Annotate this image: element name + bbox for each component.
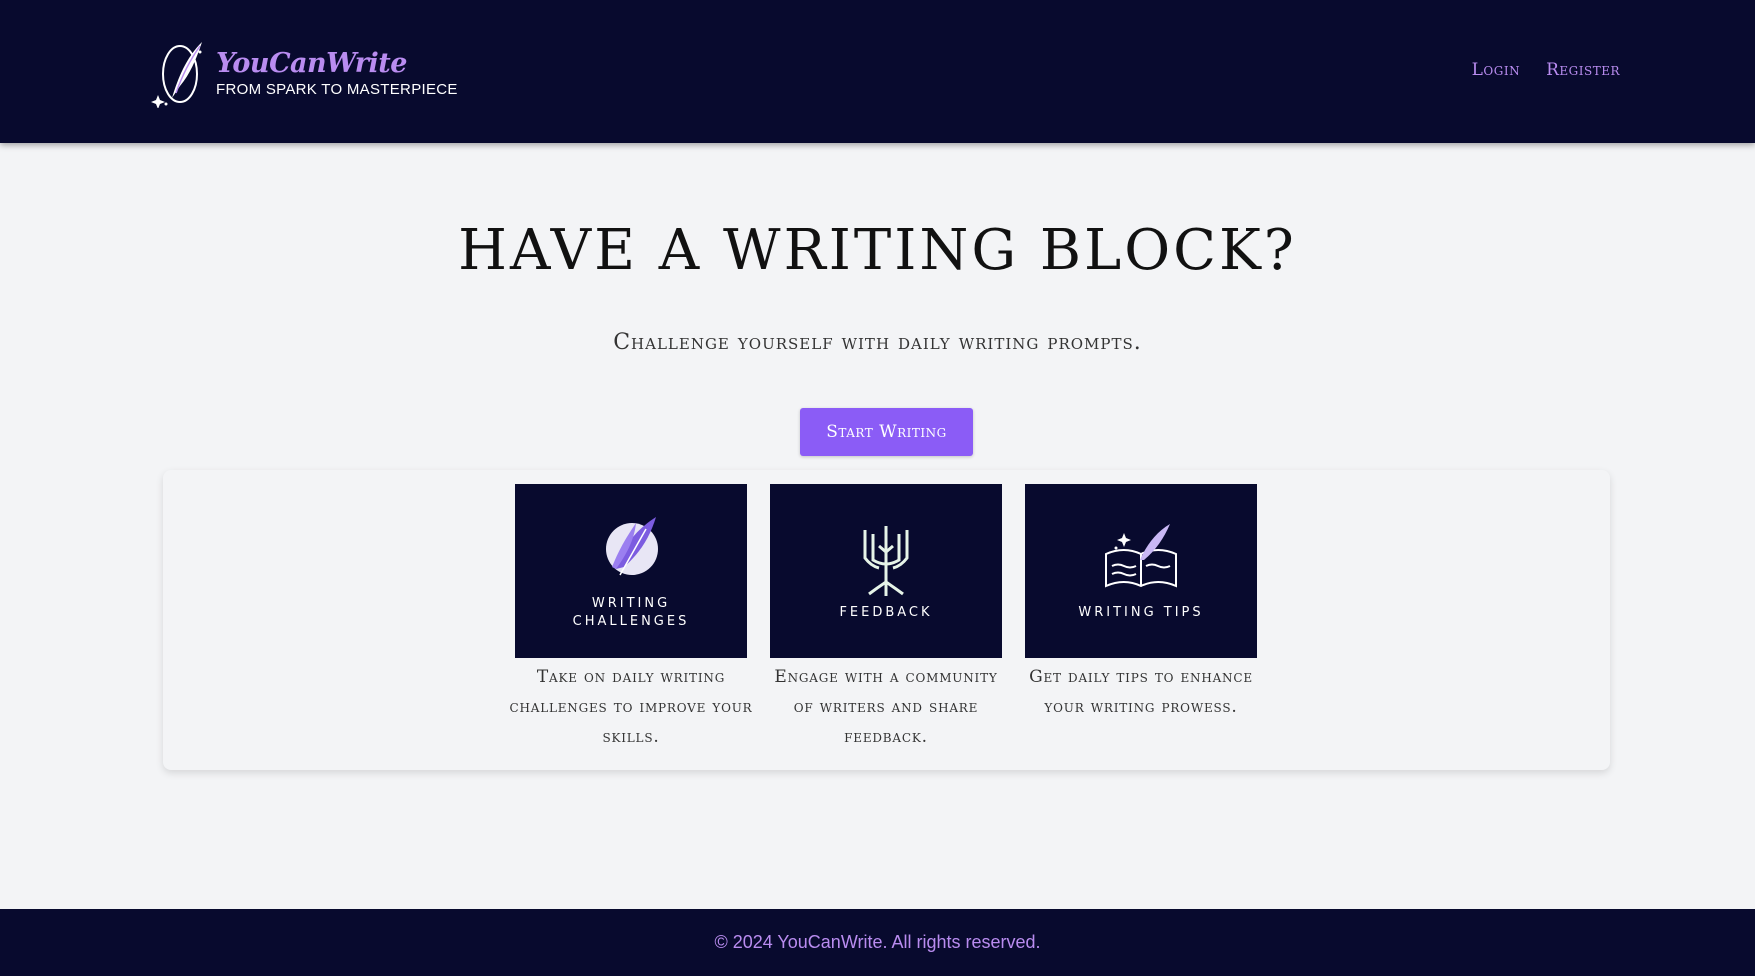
copyright-text: © 2024 YouCanWrite. All rights reserved. — [714, 932, 1041, 952]
feature-card-feedback[interactable]: FEEDBACK Engage with a community of writ… — [770, 484, 1002, 752]
hero-title: HAVE A WRITING BLOCK? — [458, 218, 1297, 283]
feature-card-writing-challenges[interactable]: WRITING CHALLENGES Take on daily writing… — [509, 484, 752, 752]
register-link[interactable]: Register — [1546, 60, 1620, 80]
brand-tagline: FROM SPARK TO MASTERPIECE — [216, 81, 458, 98]
feature-description: Take on daily writing challenges to impr… — [509, 667, 753, 747]
main-nav: Login Register — [1472, 60, 1620, 80]
tree-book-icon — [863, 526, 909, 596]
logo[interactable]: YouCanWrite FROM SPARK TO MASTERPIECE — [150, 38, 458, 108]
site-footer: © 2024 YouCanWrite. All rights reserved. — [0, 909, 1755, 976]
feature-description: Get daily tips to enhance your writing p… — [1029, 667, 1253, 717]
open-book-quill-icon — [1105, 524, 1177, 588]
site-header: YouCanWrite FROM SPARK TO MASTERPIECE Lo… — [0, 0, 1755, 143]
feature-image-writing-challenges[interactable]: WRITING CHALLENGES — [515, 484, 747, 658]
feature-description: Engage with a community of writers and s… — [774, 667, 998, 747]
feature-image-label: FEEDBACK — [839, 605, 933, 620]
quill-moon-icon — [606, 517, 658, 576]
feature-image-writing-tips[interactable]: WRITING TIPS — [1025, 484, 1257, 658]
start-writing-button[interactable]: Start Writing — [800, 408, 973, 456]
feature-image-label: WRITING TIPS — [1078, 605, 1204, 620]
feature-image-label: CHALLENGES — [572, 614, 690, 629]
feature-card-writing-tips[interactable]: WRITING TIPS Get daily tips to enhance y… — [1025, 484, 1257, 722]
feature-image-feedback[interactable]: FEEDBACK — [770, 484, 1002, 658]
quill-logo-icon — [151, 42, 202, 108]
hero-subtitle: Challenge yourself with daily writing pr… — [613, 330, 1142, 355]
login-link[interactable]: Login — [1472, 60, 1520, 80]
feature-image-label: WRITING — [591, 596, 671, 611]
brand-name: YouCanWrite — [216, 48, 407, 79]
